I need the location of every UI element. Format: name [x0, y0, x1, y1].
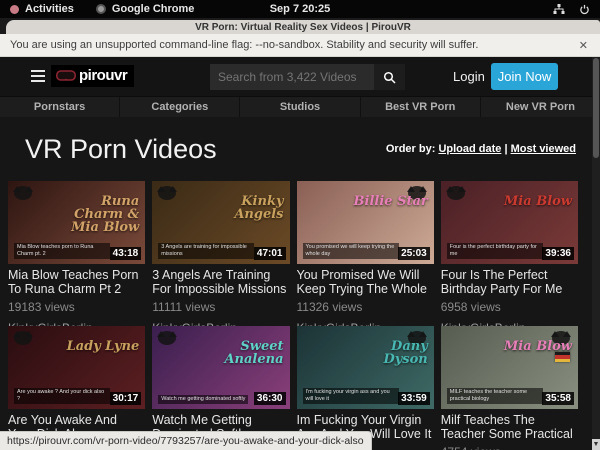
scroll-down-icon[interactable]: ▼: [592, 439, 600, 450]
video-card[interactable]: Billie Star You promised we will keep tr…: [297, 181, 434, 326]
overlay-name: Billie Star: [343, 195, 428, 208]
video-thumbnail[interactable]: Kinky Angels 3 Angels are training for i…: [152, 181, 289, 264]
overlay-name: Runa Charm & Mia Blow: [55, 195, 140, 234]
browser-viewport: pirouvr Login Join Now Pornstars Categor…: [0, 57, 600, 450]
video-views: 4754 views: [441, 445, 578, 450]
warning-bar: You are using an unsupported command-lin…: [0, 34, 600, 57]
video-thumbnail[interactable]: Sweet Analena Watch me getting dominated…: [152, 326, 289, 409]
browser-tab[interactable]: VR Porn: Virtual Reality Sex Videos | Pi…: [6, 20, 600, 34]
overlay-caption: You promised we will keep trying the who…: [303, 243, 399, 259]
video-title[interactable]: Milf Teaches The Teacher Some Practical …: [441, 413, 578, 441]
video-duration: 39:36: [542, 247, 574, 260]
video-card[interactable]: Mia Blow MILF teaches the teacher some p…: [441, 326, 578, 450]
site-header: pirouvr Login Join Now: [0, 57, 600, 96]
overlay-caption: Mia Blow teaches porn to Runa Charm pt. …: [14, 243, 110, 259]
video-duration: 36:30: [254, 392, 286, 405]
video-card[interactable]: Mia Blow Four is the perfect birthday pa…: [441, 181, 578, 326]
video-grid: Runa Charm & Mia Blow Mia Blow teaches p…: [0, 181, 592, 450]
order-separator: |: [504, 143, 507, 155]
studio-logo-icon: [158, 331, 176, 345]
scrollbar[interactable]: ▼: [592, 57, 600, 450]
nav-pornstars[interactable]: Pornstars: [0, 97, 120, 117]
overlay-name: Dany Dyson: [343, 340, 428, 366]
video-duration: 47:01: [254, 247, 286, 260]
order-by: Order by: Upload date | Most viewed: [386, 143, 576, 155]
overlay-caption: 3 Angels are training for impossible mis…: [158, 243, 254, 259]
video-card[interactable]: Kinky Angels 3 Angels are training for i…: [152, 181, 289, 326]
video-thumbnail[interactable]: Runa Charm & Mia Blow Mia Blow teaches p…: [8, 181, 145, 264]
video-thumbnail[interactable]: Dany Dyson I'm fucking your virgin ass a…: [297, 326, 434, 409]
video-thumbnail[interactable]: Mia Blow Four is the perfect birthday pa…: [441, 181, 578, 264]
search-icon: [383, 71, 396, 84]
scrollbar-thumb[interactable]: [593, 58, 599, 158]
main-nav: Pornstars Categories Studios Best VR Por…: [0, 96, 600, 117]
video-duration: 43:18: [110, 247, 142, 260]
studio-logo-icon: [158, 186, 176, 200]
video-title[interactable]: Mia Blow Teaches Porn To Runa Charm Pt 2: [8, 268, 145, 296]
warning-close-icon[interactable]: ✕: [579, 39, 588, 52]
video-title[interactable]: 3 Angels Are Training For Impossible Mis…: [152, 268, 289, 296]
power-icon[interactable]: [579, 4, 590, 15]
video-title[interactable]: Four Is The Perfect Birthday Party For M…: [441, 268, 578, 296]
order-by-label: Order by:: [386, 143, 436, 155]
nav-categories[interactable]: Categories: [120, 97, 240, 117]
network-icon[interactable]: [553, 3, 565, 15]
video-duration: 35:58: [542, 392, 574, 405]
overlay-caption: MILF teaches the teacher some practical …: [447, 388, 543, 404]
video-thumbnail[interactable]: Lady Lyne Are you awake ? And your dick …: [8, 326, 145, 409]
site-logo[interactable]: pirouvr: [51, 65, 134, 87]
order-upload-date-link[interactable]: Upload date: [438, 143, 501, 155]
video-views: 11326 views: [297, 300, 434, 314]
overlay-caption: Four is the perfect birthday party for m…: [447, 243, 543, 259]
logo-text: pirouvr: [79, 67, 127, 84]
video-views: 11111 views: [152, 300, 289, 314]
vr-goggles-icon: [56, 70, 76, 82]
nav-new-vr-porn[interactable]: New VR Porn: [481, 97, 600, 117]
order-most-viewed-link[interactable]: Most viewed: [511, 143, 576, 155]
system-clock[interactable]: Sep 7 20:25: [0, 3, 600, 15]
warning-text: You are using an unsupported command-lin…: [10, 39, 478, 51]
flag-icon: [555, 352, 570, 362]
studio-logo-icon: [14, 331, 32, 345]
video-thumbnail[interactable]: Mia Blow MILF teaches the teacher some p…: [441, 326, 578, 409]
video-card[interactable]: Runa Charm & Mia Blow Mia Blow teaches p…: [8, 181, 145, 326]
video-views: 19183 views: [8, 300, 145, 314]
page-head: VR Porn Videos Order by: Upload date | M…: [0, 117, 592, 181]
menu-icon[interactable]: [31, 70, 45, 82]
page-title: VR Porn Videos: [25, 134, 217, 165]
studio-logo-icon: [14, 186, 32, 200]
overlay-name: Kinky Angels: [199, 195, 284, 221]
video-duration: 33:59: [398, 392, 430, 405]
join-now-button[interactable]: Join Now: [491, 63, 558, 90]
status-url-tooltip: https://pirouvr.com/vr-porn-video/779325…: [0, 431, 372, 450]
search-input[interactable]: [210, 64, 374, 90]
video-views: 6958 views: [441, 300, 578, 314]
overlay-caption: Watch me getting dominated softly: [158, 395, 248, 404]
system-bar: Activities Google Chrome Sep 7 20:25: [0, 0, 600, 18]
studio-logo-icon: [447, 186, 465, 200]
tab-strip: VR Porn: Virtual Reality Sex Videos | Pi…: [0, 18, 600, 34]
video-duration: 25:03: [398, 247, 430, 260]
overlay-name: Lady Lyne: [55, 340, 140, 353]
tab-title: VR Porn: Virtual Reality Sex Videos | Pi…: [195, 22, 411, 33]
overlay-name: Mia Blow: [487, 195, 572, 208]
overlay-caption: I'm fucking your virgin ass and you will…: [303, 388, 399, 404]
nav-best-vr-porn[interactable]: Best VR Porn: [361, 97, 481, 117]
video-duration: 30:17: [110, 392, 142, 405]
login-link[interactable]: Login: [453, 69, 485, 84]
video-title[interactable]: You Promised We Will Keep Trying The Who…: [297, 268, 434, 296]
nav-studios[interactable]: Studios: [240, 97, 360, 117]
overlay-caption: Are you awake ? And your dick also ?: [14, 388, 110, 404]
search-button[interactable]: [374, 64, 405, 90]
overlay-name: Sweet Analena: [199, 340, 284, 366]
video-thumbnail[interactable]: Billie Star You promised we will keep tr…: [297, 181, 434, 264]
